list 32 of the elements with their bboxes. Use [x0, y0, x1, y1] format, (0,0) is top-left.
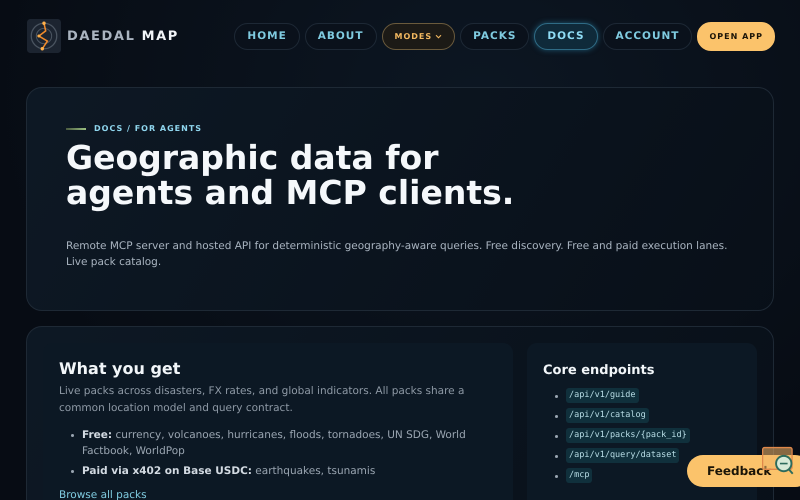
- caret-icon: [435, 34, 442, 38]
- bullet-icon: [555, 435, 558, 438]
- endpoint-code: /mcp: [566, 468, 592, 483]
- section-title: What you get: [59, 359, 182, 378]
- nav-link[interactable]: PACKS: [460, 22, 530, 50]
- open-app-button[interactable]: OPEN APP: [697, 22, 775, 50]
- lead-text: Remote MCP server and hosted API for deterministic geography-aware queries. Free discovery. Free and paid execution lanes. Live pack catalog.: [66, 239, 728, 270]
- bullet-icon: [71, 470, 74, 473]
- list-item: Paid via x402 on Base USDC: earthquakes, tsunamis: [82, 464, 376, 479]
- browse-link[interactable]: Browse all packs: [59, 489, 147, 500]
- nav-link[interactable]: DOCS: [534, 22, 598, 50]
- section-text: Live packs across disasters, FX rates, and global indicators. All packs share a common location model and query contract.: [59, 384, 466, 416]
- endpoint-code: /api/v1/catalog: [566, 408, 649, 423]
- endpoint-code: /api/v1/guide: [566, 388, 639, 403]
- nav-link[interactable]: ACCOUNT: [602, 22, 692, 50]
- feedback-button[interactable]: Feedback: [687, 455, 800, 487]
- brand-name[interactable]: DAEDAL MAP: [67, 28, 179, 44]
- page-title: Geographic data for agents and MCP clients.: [66, 140, 516, 210]
- nav-link[interactable]: HOME: [234, 22, 300, 50]
- bullet-icon: [555, 455, 558, 458]
- nav-link[interactable]: ABOUT: [304, 22, 376, 50]
- bullet-icon: [71, 434, 74, 437]
- endpoint-code: /api/v1/packs/{pack_id}: [566, 428, 690, 443]
- bullet-icon: [555, 475, 558, 478]
- endpoint-code: /api/v1/query/dataset: [566, 448, 680, 463]
- bullet-icon: [555, 395, 558, 398]
- eyebrow-line: [66, 128, 86, 130]
- breadcrumb: DOCS / FOR AGENTS: [94, 124, 202, 133]
- section-title: Core endpoints: [543, 363, 656, 378]
- nav-link[interactable]: MODES: [382, 22, 456, 50]
- logo-icon: [27, 19, 61, 53]
- bullet-icon: [555, 415, 558, 418]
